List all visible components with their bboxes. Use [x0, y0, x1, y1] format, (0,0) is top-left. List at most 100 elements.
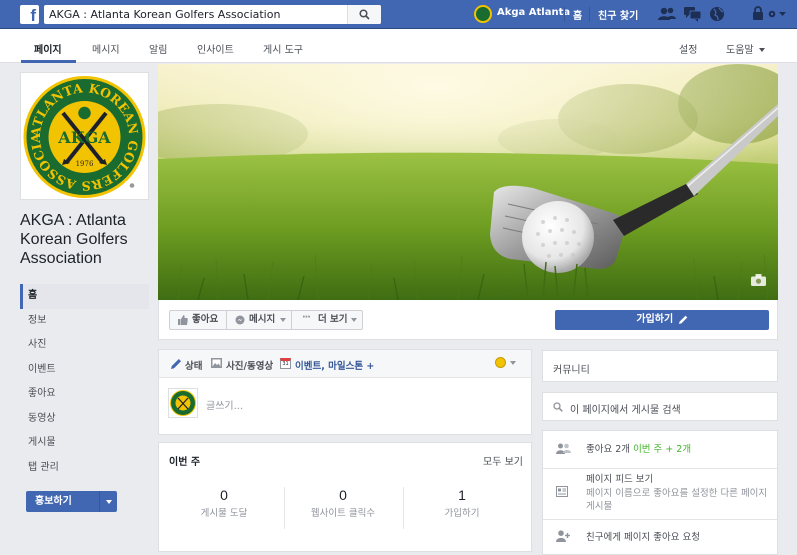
- add-friend-icon: [556, 530, 570, 542]
- friend-requests-icon[interactable]: [658, 6, 676, 22]
- composer-tabs: 상태 사진/동영상 31 이벤트, 마일스톤 +: [159, 350, 531, 378]
- stat-post-reach[interactable]: 0 게시물 도달: [162, 487, 286, 519]
- composer-avatar: [168, 388, 198, 418]
- nav-manage-tabs[interactable]: 탭 관리: [20, 456, 149, 481]
- see-all-link[interactable]: 모두 보기: [483, 453, 523, 468]
- privacy-lock-icon[interactable]: [752, 6, 764, 20]
- profile-picture[interactable]: ATLANTA KOREAN GOLFERS ASSOCIATION AKGA …: [15, 61, 149, 200]
- news-feed-icon: [556, 486, 568, 497]
- tab-insights[interactable]: 인사이트: [197, 41, 234, 56]
- promote-button[interactable]: 홍보하기: [26, 491, 117, 512]
- camera-icon[interactable]: [125, 179, 139, 190]
- likes-row[interactable]: 좋아요 2개 이번 주 + 2개: [543, 431, 777, 468]
- more-button[interactable]: ··· 더 보기: [291, 310, 363, 330]
- this-week-title: 이번 주: [169, 457, 201, 468]
- calendar-day: 31: [282, 361, 289, 367]
- nav-photos[interactable]: 사진: [20, 333, 149, 358]
- emoji-picker[interactable]: [495, 357, 519, 369]
- like-label: 좋아요: [192, 314, 219, 325]
- photo-icon: [211, 358, 222, 368]
- divider: [564, 7, 565, 22]
- caret-down-icon: [280, 318, 286, 322]
- post-composer: 상태 사진/동영상 31 이벤트, 마일스톤 + 글쓰기...: [158, 349, 532, 435]
- stat-value: 1: [458, 487, 466, 503]
- search-icon: [359, 9, 370, 20]
- stat-value: 0: [339, 487, 347, 503]
- stat-label: 가입하기: [444, 508, 480, 519]
- find-friends-link[interactable]: 친구 찾기: [598, 7, 638, 22]
- nav-likes[interactable]: 좋아요: [20, 382, 149, 407]
- search-input[interactable]: AKGA : Atlanta Korean Golfers Associatio…: [49, 8, 280, 21]
- page-post-search[interactable]: 이 페이지에서 게시물 검색: [542, 392, 778, 421]
- stat-website-clicks[interactable]: 0 웹사이트 클릭수: [281, 487, 405, 519]
- tab-page[interactable]: 페이지: [34, 41, 62, 56]
- notifications-globe-icon[interactable]: [709, 6, 725, 22]
- caret-down-icon: [510, 361, 516, 365]
- smiley-icon: [495, 357, 506, 368]
- top-bar: f AKGA : Atlanta Korean Golfers Associat…: [0, 0, 797, 29]
- join-button[interactable]: 가입하기: [555, 310, 769, 330]
- stat-joins[interactable]: 1 가입하기: [400, 487, 524, 519]
- stat-label: 웹사이트 클릭수: [310, 508, 376, 519]
- page-feed-description: 페이지 이름으로 좋아요를 설정한 다른 페이지 게시물: [586, 488, 768, 512]
- search-icon: [553, 402, 563, 412]
- search-button[interactable]: [347, 5, 381, 24]
- page-feed-row[interactable]: 페이지 피드 보기 페이지 이름으로 좋아요를 설정한 다른 페이지 게시물: [543, 469, 777, 519]
- stat-label: 게시물 도달: [200, 508, 248, 519]
- chevron-down-icon[interactable]: [779, 12, 786, 17]
- search-box[interactable]: AKGA : Atlanta Korean Golfers Associatio…: [44, 5, 381, 24]
- facebook-logo-icon[interactable]: f: [20, 5, 39, 24]
- invite-friends-label: 친구에게 페이지 좋아요 요청: [586, 532, 700, 543]
- settings-link[interactable]: 설정: [679, 41, 697, 56]
- chevron-down-icon[interactable]: [99, 491, 117, 512]
- help-menu[interactable]: 도움말: [726, 41, 765, 56]
- likes-count: 좋아요 2개: [586, 444, 631, 455]
- tab-publishing-tools[interactable]: 게시 도구: [263, 41, 303, 56]
- messages-icon[interactable]: [684, 6, 702, 22]
- tab-messages[interactable]: 메시지: [92, 41, 120, 56]
- more-label: 더 보기: [318, 314, 348, 325]
- like-button[interactable]: 좋아요: [169, 310, 227, 330]
- cover-photo[interactable]: [158, 64, 778, 300]
- more-dots-icon: ···: [302, 312, 311, 323]
- profile-link[interactable]: Akga Atlanta: [497, 7, 570, 18]
- message-label: 메시지: [249, 314, 276, 325]
- community-header[interactable]: 커뮤니티: [542, 350, 778, 382]
- profile-avatar[interactable]: [474, 5, 492, 23]
- message-button[interactable]: 메시지: [226, 310, 292, 330]
- nav-videos[interactable]: 동영상: [20, 407, 149, 432]
- caret-down-icon: [351, 318, 357, 322]
- page-title[interactable]: AKGA : Atlanta Korean Golfers Associatio…: [20, 211, 150, 268]
- home-link[interactable]: 홈: [573, 7, 582, 22]
- community-title: 커뮤니티: [553, 365, 590, 376]
- messenger-icon: [235, 315, 245, 325]
- divider: [589, 7, 590, 22]
- pencil-icon: [678, 315, 687, 324]
- composer-tab-status[interactable]: 상태: [185, 358, 202, 372]
- this-week-panel: 이번 주 모두 보기 0 게시물 도달 0 웹사이트 클릭수 1 가입하기: [158, 442, 532, 552]
- thumbs-up-icon: [178, 315, 188, 325]
- nav-events[interactable]: 이벤트: [20, 358, 149, 383]
- join-label: 가입하기: [636, 314, 674, 325]
- left-nav: 홈 정보 사진 이벤트 좋아요 동영상 게시물 탭 관리: [20, 284, 149, 480]
- logo-year: 1976: [76, 160, 94, 168]
- nav-home[interactable]: 홈: [20, 284, 149, 309]
- camera-icon[interactable]: [751, 274, 766, 286]
- composer-tab-event-milestone[interactable]: 이벤트, 마일스톤 +: [295, 358, 374, 372]
- nav-posts[interactable]: 게시물: [20, 431, 149, 456]
- people-icon: [556, 443, 571, 454]
- golf-cover-image: [158, 64, 778, 300]
- likes-this-week: 이번 주 + 2개: [633, 444, 692, 455]
- logo-center-text: AKGA: [57, 128, 111, 147]
- active-tab-indicator: [21, 60, 76, 63]
- tab-notifications[interactable]: 알림: [149, 41, 167, 56]
- nav-about[interactable]: 정보: [20, 309, 149, 334]
- post-search-input[interactable]: 이 페이지에서 게시물 검색: [570, 401, 681, 416]
- akga-logo-small: [170, 390, 196, 416]
- composer-input[interactable]: 글쓰기...: [206, 397, 243, 412]
- calendar-icon: 31: [280, 358, 291, 369]
- composer-tab-photo-video[interactable]: 사진/동영상: [226, 358, 273, 372]
- promote-label: 홍보하기: [35, 496, 72, 507]
- help-label: 도움말: [726, 45, 754, 56]
- gear-icon[interactable]: [767, 9, 777, 19]
